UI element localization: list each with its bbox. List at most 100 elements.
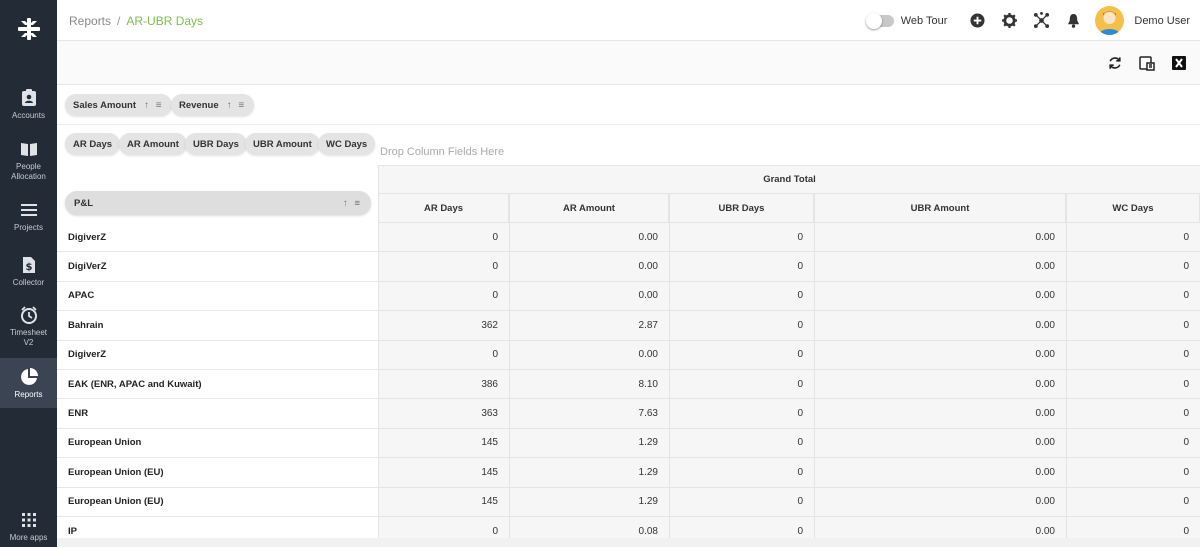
table-cell: 7.63 <box>509 399 669 429</box>
web-tour-label: Web Tour <box>900 14 948 27</box>
sidebar-item-label: Reports <box>14 390 43 399</box>
row-label[interactable]: EAK (ENR, APAC and Kuwait) <box>57 370 378 400</box>
column-header[interactable]: UBR Amount <box>814 194 1066 223</box>
sidebar-item-accounts[interactable]: Accounts <box>0 88 57 124</box>
sort-filter-icon[interactable]: ↑ ≡ <box>227 100 247 111</box>
book-icon <box>19 139 39 159</box>
table-cell: 0 <box>1066 399 1200 429</box>
table-row[interactable]: European Union (EU) 145 1.29 0 0.00 0 <box>57 487 1200 517</box>
sidebar: Accounts People Allocation Projects $ Co… <box>0 0 57 547</box>
column-header[interactable]: WC Days <box>1066 194 1200 223</box>
table-cell: 0 <box>378 223 509 253</box>
svg-text:$: $ <box>25 262 32 273</box>
row-label[interactable]: ENR <box>57 399 378 429</box>
sort-filter-icon[interactable]: ↑ ≡ <box>144 100 164 111</box>
refresh-icon[interactable] <box>1106 54 1124 72</box>
table-cell: 0 <box>669 487 814 517</box>
column-fields-zone: AR Days AR Amount UBR Days UBR Amount WC… <box>57 125 1200 165</box>
table-cell: 2.87 <box>509 311 669 341</box>
apps-grid-icon <box>19 510 39 530</box>
table-row[interactable]: APAC 0 0.00 0 0.00 0 <box>57 281 1200 312</box>
row-label[interactable]: European Union <box>57 429 378 459</box>
row-label[interactable]: DigiverZ <box>57 341 378 370</box>
sidebar-item-more-apps[interactable]: More apps <box>0 510 57 546</box>
column-chip-ar-days[interactable]: AR Days <box>65 133 121 155</box>
sidebar-item-label: More apps <box>9 533 48 542</box>
table-row[interactable]: DigiverZ 0 0.00 0 0.00 0 <box>57 340 1200 370</box>
table-cell: 1.29 <box>509 428 669 459</box>
column-chip-ubr-amount[interactable]: UBR Amount <box>245 133 320 155</box>
table-cell: 0 <box>669 428 814 459</box>
table-cell: 1.29 <box>509 487 669 517</box>
sidebar-item-label: People Allocation <box>11 162 46 181</box>
sidebar-item-projects[interactable]: Projects <box>0 200 57 236</box>
table-cell: 0.00 <box>814 223 1066 253</box>
column-chip-ar-amount[interactable]: AR Amount <box>119 133 187 155</box>
sidebar-item-reports[interactable]: Reports <box>0 358 57 408</box>
breadcrumb: Reports / AR-UBR Days <box>69 14 203 28</box>
table-cell: 0 <box>1066 428 1200 459</box>
table-cell: 145 <box>378 458 509 488</box>
sidebar-item-label: Timesheet V2 <box>9 328 48 347</box>
row-label[interactable]: APAC <box>57 282 378 312</box>
table-cell: 0 <box>669 223 814 253</box>
table-cell: 0 <box>1066 487 1200 517</box>
row-label[interactable]: DigiVerZ <box>57 252 378 282</box>
sidebar-item-collector[interactable]: $ Collector <box>0 255 57 291</box>
table-cell: 0 <box>669 311 814 341</box>
table-cell: 0 <box>1066 340 1200 370</box>
network-icon[interactable] <box>1032 12 1050 30</box>
top-actions: Web Tour Demo User <box>865 0 1200 41</box>
table-row[interactable]: European Union (EU) 145 1.29 0 0.00 0 <box>57 458 1200 488</box>
table-row[interactable]: DigiVerZ 0 0.00 0 0.00 0 <box>57 252 1200 282</box>
app-logo[interactable] <box>0 0 57 57</box>
bell-icon[interactable] <box>1064 12 1082 30</box>
export-pdf-icon[interactable] <box>1138 54 1156 72</box>
table-cell: 0 <box>378 252 509 282</box>
avatar[interactable] <box>1095 6 1125 35</box>
gear-icon[interactable] <box>1000 12 1018 30</box>
report-toolbar <box>57 41 1200 85</box>
table-cell: 0.00 <box>814 281 1066 312</box>
column-chip-ubr-days[interactable]: UBR Days <box>185 133 247 155</box>
table-cell: 0 <box>669 370 814 400</box>
field-chip-pl[interactable]: P&L ↑ ≡ <box>65 191 371 215</box>
table-row[interactable]: Bahrain 362 2.87 0 0.00 0 <box>57 311 1200 341</box>
sidebar-item-people-allocation[interactable]: People Allocation <box>0 139 57 185</box>
export-excel-icon[interactable] <box>1170 54 1188 72</box>
column-header[interactable]: AR Days <box>378 194 509 223</box>
table-cell: 0.00 <box>814 311 1066 341</box>
table-cell: 0.00 <box>509 223 669 253</box>
web-tour-toggle[interactable] <box>865 12 894 29</box>
sort-filter-icon[interactable]: ↑ ≡ <box>343 198 362 209</box>
field-chip-revenue[interactable]: Revenue ↑ ≡ <box>171 94 255 116</box>
table-row[interactable]: DigiverZ 0 0.00 0 0.00 0 <box>57 223 1200 253</box>
row-label[interactable]: European Union (EU) <box>57 488 378 517</box>
table-cell: 0 <box>1066 252 1200 282</box>
row-label[interactable]: DigiverZ <box>57 223 378 253</box>
accounts-icon <box>19 88 39 108</box>
row-label[interactable]: Bahrain <box>57 311 378 341</box>
field-chip-sales-amount[interactable]: Sales Amount ↑ ≡ <box>65 94 172 116</box>
table-cell: 1.29 <box>509 458 669 488</box>
sidebar-item-timesheet[interactable]: Timesheet V2 <box>0 305 57 351</box>
table-cell: 0.00 <box>814 370 1066 400</box>
table-row[interactable]: ENR 363 7.63 0 0.00 0 <box>57 399 1200 429</box>
horizontal-scrollbar[interactable] <box>57 538 1200 547</box>
add-icon[interactable] <box>968 12 986 30</box>
row-label[interactable]: European Union (EU) <box>57 458 378 488</box>
breadcrumb-root[interactable]: Reports <box>69 14 111 28</box>
table-row[interactable]: European Union 145 1.29 0 0.00 0 <box>57 428 1200 459</box>
user-name[interactable]: Demo User <box>1134 15 1190 27</box>
table-cell: 0.00 <box>814 399 1066 429</box>
table-cell: 362 <box>378 311 509 341</box>
column-header[interactable]: UBR Days <box>669 194 814 223</box>
table-cell: 145 <box>378 487 509 517</box>
table-cell: 0.00 <box>814 458 1066 488</box>
table-row[interactable]: EAK (ENR, APAC and Kuwait) 386 8.10 0 0.00 0 <box>57 370 1200 400</box>
table-cell: 0 <box>669 399 814 429</box>
column-header[interactable]: AR Amount <box>509 194 669 223</box>
field-chip-label: Sales Amount <box>73 99 136 111</box>
column-chip-wc-days[interactable]: WC Days <box>318 133 376 155</box>
pie-chart-icon <box>19 367 39 387</box>
